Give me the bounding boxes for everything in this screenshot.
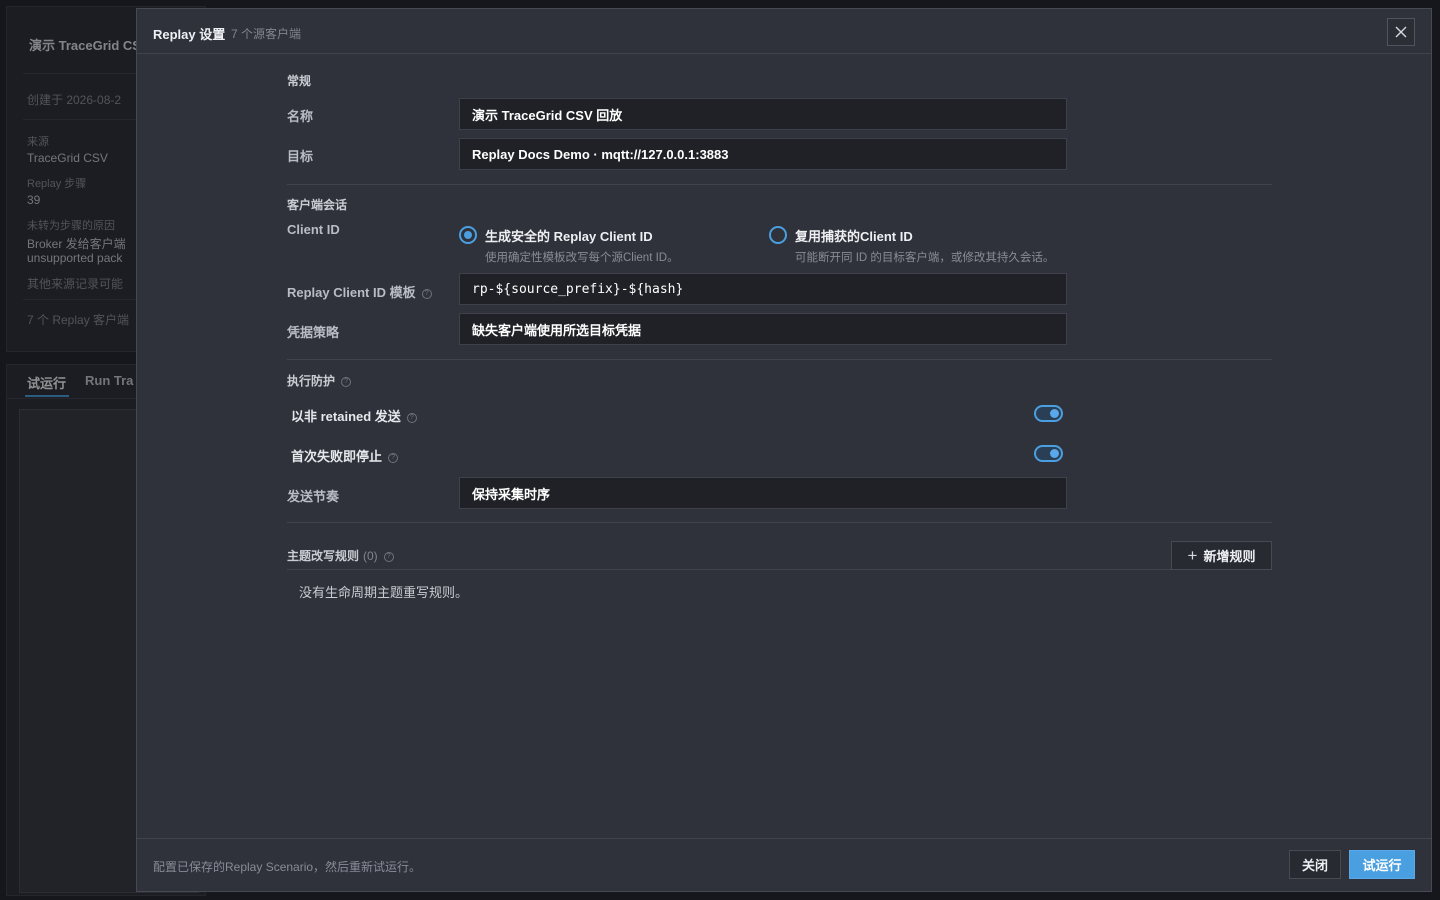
modal-title: Replay 设置 bbox=[153, 27, 226, 42]
guard-heading: 执行防护 bbox=[287, 374, 336, 388]
help-icon[interactable]: ? bbox=[421, 288, 432, 299]
radio-generate-client-id[interactable]: 生成安全的 Replay Client ID 使用确定性模板改写每个源Clien… bbox=[459, 226, 679, 265]
help-icon[interactable]: ? bbox=[341, 376, 352, 387]
radio-generate-desc: 使用确定性模板改写每个源Client ID。 bbox=[485, 252, 679, 264]
radio-reuse-title: 复用捕获的Client ID bbox=[795, 229, 913, 244]
close-button[interactable] bbox=[1387, 18, 1415, 46]
radio-unchecked-icon bbox=[769, 226, 787, 244]
radio-checked-icon bbox=[459, 226, 477, 244]
dry-run-button[interactable]: 试运行 bbox=[1349, 850, 1415, 879]
modal-subtitle: 7 个源客户端 bbox=[231, 27, 302, 41]
divider bbox=[287, 359, 1272, 360]
help-icon[interactable]: ? bbox=[406, 412, 417, 423]
rules-empty-message: 没有生命周期主题重写规则。 bbox=[299, 585, 469, 600]
rules-count: (0) bbox=[363, 549, 378, 563]
modal-footer: 配置已保存的Replay Scenario，然后重新试运行。 关闭 试运行 bbox=[137, 838, 1431, 891]
modal-header: Replay 设置 7 个源客户端 bbox=[137, 9, 1431, 54]
replay-settings-modal: Replay 设置 7 个源客户端 常规 名称 演示 TraceGrid CSV… bbox=[136, 8, 1432, 892]
close-icon bbox=[1395, 26, 1407, 38]
pacing-label: 发送节奏 bbox=[287, 489, 340, 504]
client-id-label: Client ID bbox=[287, 222, 340, 237]
client-id-template-input[interactable]: rp-${source_prefix}-${hash} bbox=[459, 273, 1067, 305]
add-rule-label: 新增规则 bbox=[1203, 549, 1256, 564]
non-retained-toggle[interactable] bbox=[1034, 405, 1063, 422]
divider bbox=[287, 184, 1272, 185]
help-icon[interactable]: ? bbox=[383, 551, 394, 562]
radio-reuse-client-id[interactable]: 复用捕获的Client ID 可能断开同 ID 的目标客户端，或修改其持久会话。 bbox=[769, 226, 1054, 265]
non-retained-text: 以非 retained 发送 bbox=[291, 409, 401, 424]
stop-on-fail-toggle[interactable] bbox=[1034, 445, 1063, 462]
target-select[interactable]: Replay Docs Demo · mqtt://127.0.0.1:3883 bbox=[459, 138, 1067, 170]
non-retained-label: 以非 retained 发送? bbox=[291, 406, 417, 425]
section-general-title: 常规 bbox=[287, 74, 312, 88]
template-label-text: Replay Client ID 模板 bbox=[287, 285, 416, 300]
stop-on-fail-label: 首次失败即停止? bbox=[291, 446, 399, 465]
plus-icon: + bbox=[1187, 546, 1198, 565]
radio-generate-title: 生成安全的 Replay Client ID bbox=[485, 229, 653, 244]
section-guard-title: 执行防护? bbox=[287, 372, 352, 389]
pacing-select[interactable]: 保持采集时序 bbox=[459, 477, 1067, 509]
radio-reuse-desc: 可能断开同 ID 的目标客户端，或修改其持久会话。 bbox=[795, 252, 1055, 264]
section-session-title: 客户端会话 bbox=[287, 198, 348, 212]
footer-note: 配置已保存的Replay Scenario，然后重新试运行。 bbox=[153, 860, 422, 874]
rules-heading: 主题改写规则 bbox=[287, 549, 360, 563]
topic-rules-title: 主题改写规则 (0)? bbox=[287, 547, 394, 564]
name-label: 名称 bbox=[287, 109, 314, 124]
add-rule-button[interactable]: + 新增规则 bbox=[1171, 541, 1272, 570]
target-label: 目标 bbox=[287, 149, 314, 164]
credential-select[interactable]: 缺失客户端使用所选目标凭据 bbox=[459, 313, 1067, 345]
credential-label: 凭据策略 bbox=[287, 325, 340, 340]
help-icon[interactable]: ? bbox=[388, 452, 399, 463]
template-label: Replay Client ID 模板? bbox=[287, 282, 432, 301]
topic-rules-header: 主题改写规则 (0)? + 新增规则 bbox=[287, 541, 1272, 570]
close-modal-button[interactable]: 关闭 bbox=[1289, 850, 1341, 879]
name-input[interactable]: 演示 TraceGrid CSV 回放 bbox=[459, 98, 1067, 130]
divider bbox=[287, 522, 1272, 523]
stop-on-fail-text: 首次失败即停止 bbox=[291, 449, 383, 464]
